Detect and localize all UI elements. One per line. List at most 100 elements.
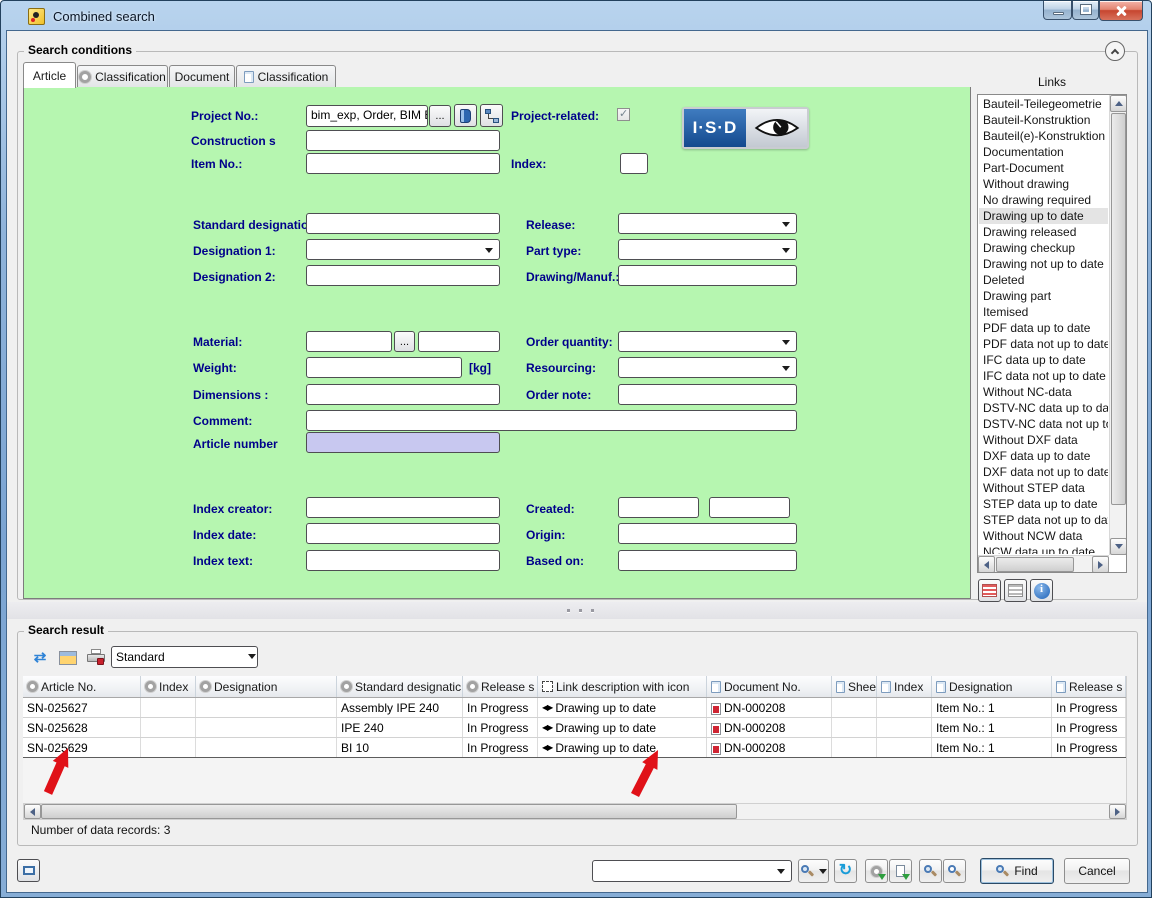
project-browse-button[interactable]: ...: [429, 105, 451, 127]
table-cell[interactable]: In Progress: [463, 718, 538, 737]
scroll-right-button[interactable]: [1092, 556, 1109, 573]
column-header[interactable]: Document No.: [707, 676, 832, 697]
links-list-item[interactable]: Without drawing: [979, 176, 1108, 192]
saved-search-combo[interactable]: [592, 860, 792, 882]
links-list-item[interactable]: NCW data up to date: [979, 544, 1108, 554]
find-button[interactable]: Find: [980, 858, 1054, 884]
table-cell[interactable]: In Progress: [1052, 738, 1126, 757]
table-cell[interactable]: [141, 738, 196, 757]
release-combo[interactable]: [618, 213, 797, 234]
scrollbar-thumb[interactable]: [996, 557, 1074, 572]
links-list-item[interactable]: DXF data up to date: [979, 448, 1108, 464]
table-cell[interactable]: [832, 698, 877, 717]
created-input-2[interactable]: [709, 497, 790, 518]
table-cell[interactable]: [196, 698, 337, 717]
column-header[interactable]: Standard designatic: [337, 676, 463, 697]
layout-button[interactable]: [17, 859, 40, 882]
links-list-item[interactable]: DSTV-NC data not up to: [979, 416, 1108, 432]
drawing-manuf-input[interactable]: [618, 265, 797, 286]
table-horizontal-scrollbar[interactable]: [23, 803, 1127, 820]
load-document-search-button[interactable]: [889, 859, 912, 883]
print-button[interactable]: [85, 646, 107, 668]
order-note-input[interactable]: [618, 384, 797, 405]
column-header[interactable]: Link description with icon: [538, 676, 707, 697]
reset-button[interactable]: ↻: [834, 859, 857, 883]
table-cell[interactable]: ◀▶Drawing up to date: [538, 718, 707, 737]
table-cell[interactable]: [141, 718, 196, 737]
table-cell[interactable]: [141, 698, 196, 717]
links-list-item[interactable]: STEP data up to date: [979, 496, 1108, 512]
origin-input[interactable]: [618, 523, 797, 544]
table-cell[interactable]: In Progress: [1052, 698, 1126, 717]
table-cell[interactable]: Item No.: 1: [932, 698, 1052, 717]
tab-document[interactable]: Document: [169, 65, 235, 88]
table-cell[interactable]: [196, 738, 337, 757]
links-view-empty-button[interactable]: [1004, 579, 1027, 602]
titlebar[interactable]: Combined search: [1, 1, 1151, 31]
created-input-1[interactable]: [618, 497, 699, 518]
links-list-item[interactable]: Drawing released: [979, 224, 1108, 240]
table-cell[interactable]: In Progress: [1052, 718, 1126, 737]
table-cell[interactable]: [877, 738, 932, 757]
tab-article[interactable]: Article: [23, 62, 76, 88]
project-no-input[interactable]: bim_exp, Order, BIM Ex: [306, 105, 428, 127]
scroll-right-button[interactable]: [1109, 804, 1126, 819]
links-view-filled-button[interactable]: [978, 579, 1001, 602]
table-row[interactable]: SN-025628IPE 240In Progress◀▶Drawing up …: [23, 718, 1126, 738]
scrollbar-thumb[interactable]: [1111, 113, 1126, 505]
table-cell[interactable]: In Progress: [463, 698, 538, 717]
scroll-up-button[interactable]: [1110, 95, 1127, 112]
links-horizontal-scrollbar[interactable]: [978, 555, 1109, 572]
column-header[interactable]: Index: [141, 676, 196, 697]
table-cell[interactable]: DN-000208: [707, 738, 832, 757]
dimensions-input[interactable]: [306, 384, 500, 405]
table-cell[interactable]: Item No.: 1: [932, 718, 1052, 737]
links-list-item[interactable]: Drawing checkup: [979, 240, 1108, 256]
links-list-item[interactable]: Drawing up to date: [979, 208, 1108, 224]
splitter-handle[interactable]: [7, 602, 1147, 619]
links-list-item[interactable]: IFC data up to date: [979, 352, 1108, 368]
scroll-left-button[interactable]: [978, 556, 995, 573]
load-part-search-button[interactable]: [865, 859, 888, 883]
tab-classification-part[interactable]: Classification: [77, 65, 168, 88]
result-view-combo[interactable]: Standard: [111, 646, 258, 668]
column-header[interactable]: Article No.: [23, 676, 141, 697]
project-database-button[interactable]: [454, 104, 477, 127]
links-list-item[interactable]: Without NC-data: [979, 384, 1108, 400]
index-creator-input[interactable]: [306, 497, 500, 518]
links-list-item[interactable]: No drawing required: [979, 192, 1108, 208]
refresh-results-button[interactable]: ⇄: [29, 646, 51, 668]
links-list-item[interactable]: STEP data not up to dat: [979, 512, 1108, 528]
column-header[interactable]: Shee: [832, 676, 877, 697]
order-quantity-combo[interactable]: [618, 331, 797, 352]
tab-classification-document[interactable]: Classification: [236, 65, 336, 88]
table-cell[interactable]: Item No.: 1: [932, 738, 1052, 757]
index-date-input[interactable]: [306, 523, 500, 544]
minimize-button[interactable]: [1043, 1, 1072, 20]
links-list-item[interactable]: Drawing part: [979, 288, 1108, 304]
cancel-button[interactable]: Cancel: [1064, 858, 1130, 884]
collapse-button[interactable]: [1105, 41, 1125, 61]
table-cell[interactable]: DN-000208: [707, 698, 832, 717]
material-browse-button[interactable]: ...: [394, 331, 415, 352]
links-list-item[interactable]: PDF data up to date: [979, 320, 1108, 336]
table-cell[interactable]: SN-025628: [23, 718, 141, 737]
table-cell[interactable]: ◀▶Drawing up to date: [538, 738, 707, 757]
table-row[interactable]: SN-025627Assembly IPE 240In Progress◀▶Dr…: [23, 698, 1126, 718]
standard-designation-input[interactable]: [306, 213, 500, 234]
project-structure-button[interactable]: [480, 104, 503, 127]
links-list-item[interactable]: Documentation: [979, 144, 1108, 160]
links-list-item[interactable]: PDF data not up to date: [979, 336, 1108, 352]
table-cell[interactable]: [832, 738, 877, 757]
table-cell[interactable]: [877, 698, 932, 717]
links-list-item[interactable]: Bauteil-Konstruktion: [979, 112, 1108, 128]
column-header[interactable]: Release s: [1052, 676, 1126, 697]
comment-input[interactable]: [306, 410, 797, 431]
links-list-item[interactable]: Without DXF data: [979, 432, 1108, 448]
table-row[interactable]: SN-025629BI 10In Progress◀▶Drawing up to…: [23, 738, 1126, 758]
scrollbar-thumb[interactable]: [41, 804, 737, 819]
links-vertical-scrollbar[interactable]: [1109, 95, 1126, 555]
links-list-item[interactable]: Part-Document: [979, 160, 1108, 176]
links-list-item[interactable]: DXF data not up to date: [979, 464, 1108, 480]
designation1-combo[interactable]: [306, 239, 500, 260]
